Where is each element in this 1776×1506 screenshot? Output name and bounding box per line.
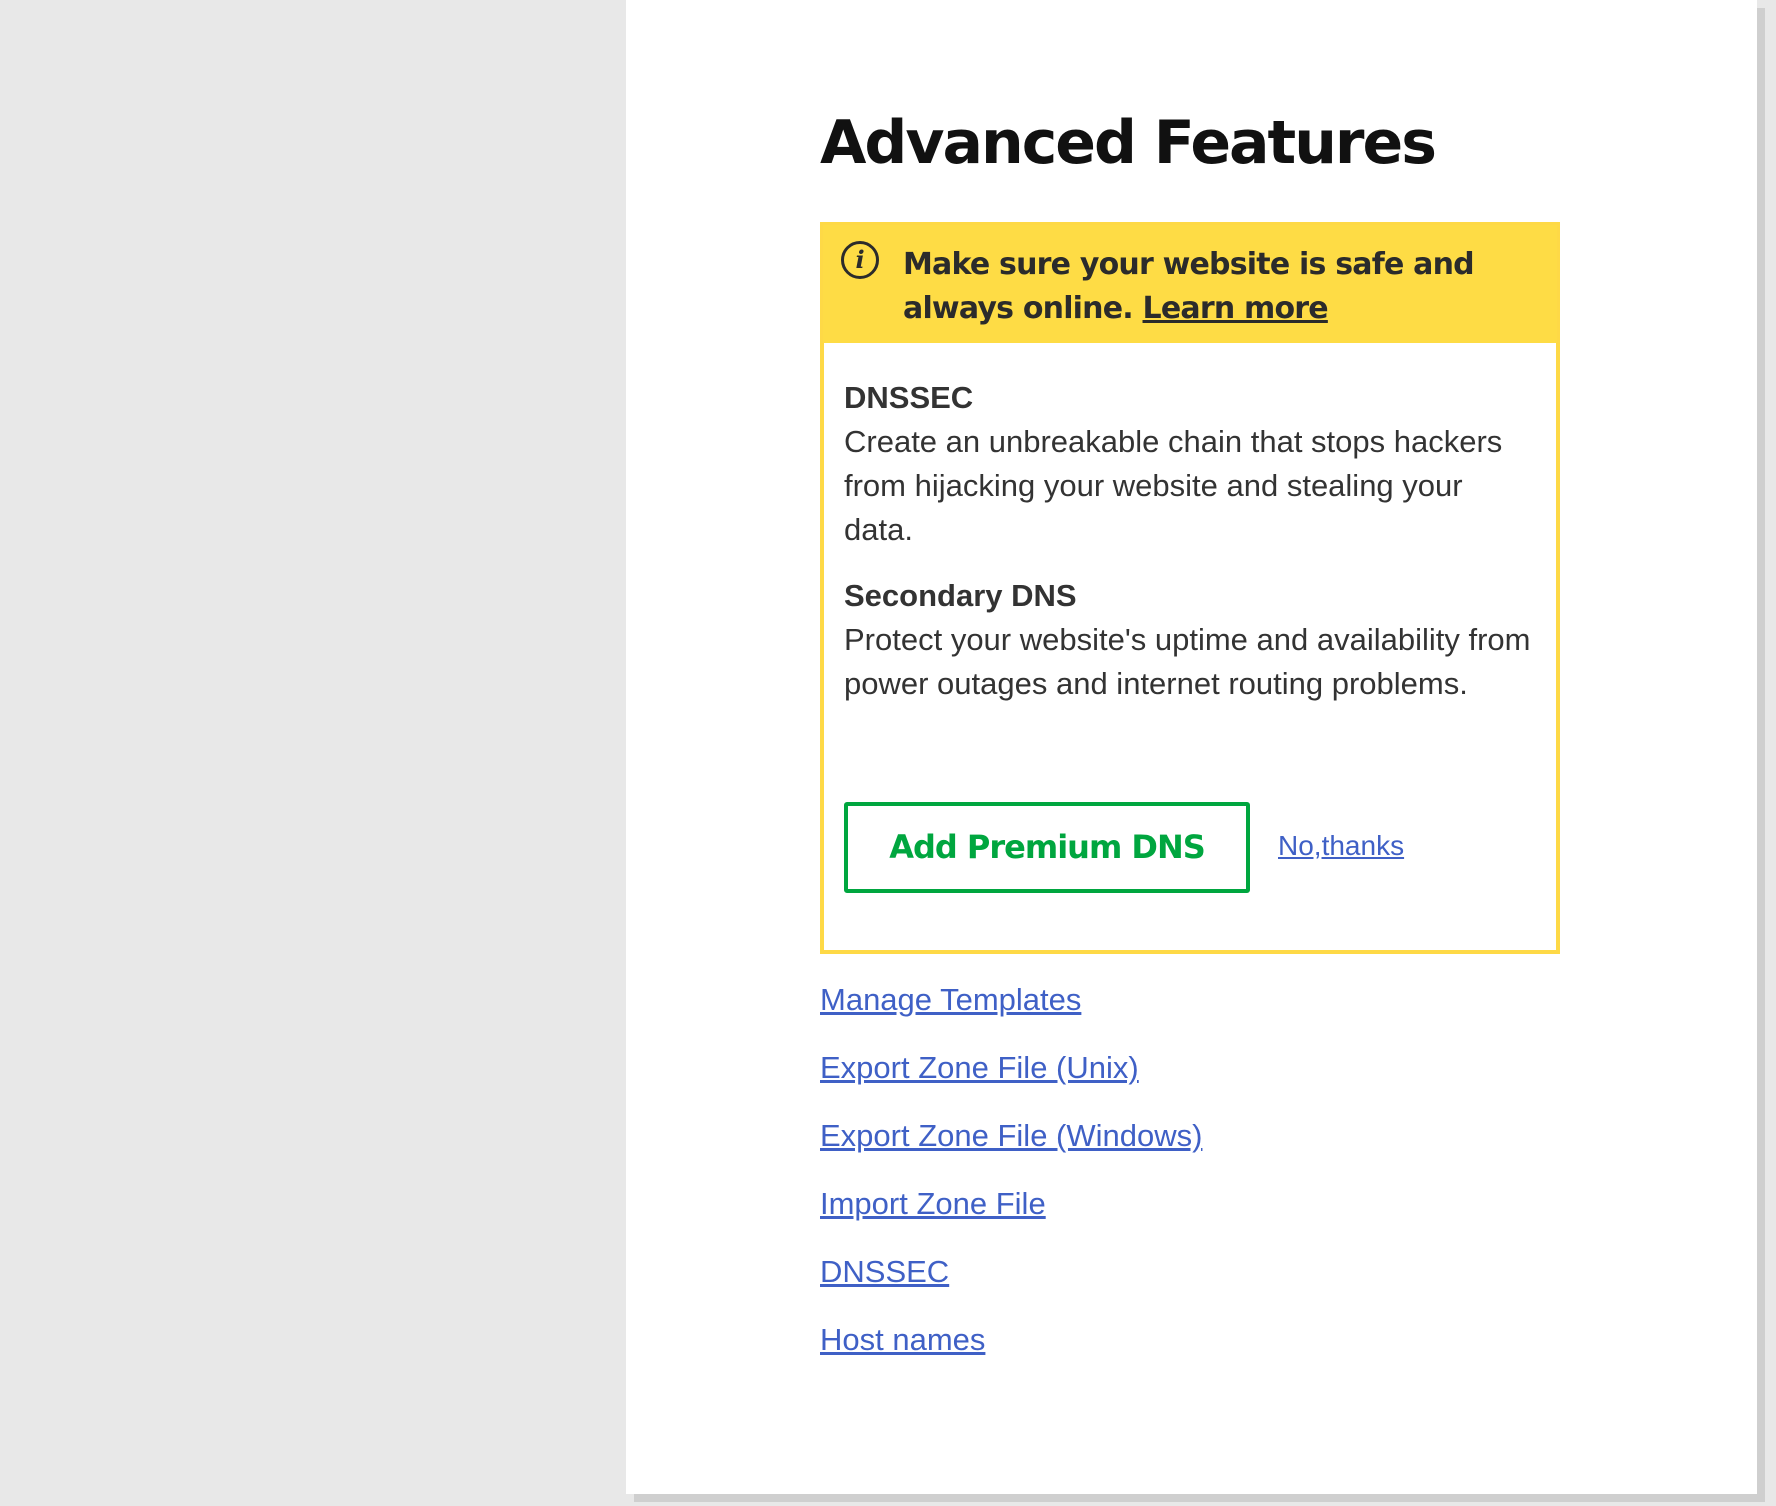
host-names-link[interactable]: Host names [820,1322,985,1357]
learn-more-link[interactable]: Learn more [1143,291,1329,326]
manage-templates-link[interactable]: Manage Templates [820,982,1081,1017]
promo-banner-text: Make sure your website is safe and alway… [903,243,1543,331]
list-item: Import Zone File [820,1182,1202,1250]
export-zone-file-windows-link[interactable]: Export Zone File (Windows) [820,1118,1202,1153]
no-thanks-link[interactable]: No,thanks [1278,830,1404,862]
list-item: DNSSEC [820,1250,1202,1318]
export-zone-file-unix-link[interactable]: Export Zone File (Unix) [820,1050,1139,1085]
feature-title: DNSSEC [844,380,974,415]
info-icon: i [841,241,879,279]
premium-dns-promo-card: i Make sure your website is safe and alw… [820,222,1560,954]
list-item: Host names [820,1318,1202,1386]
feature-secondary-dns: Secondary DNS Protect your website's upt… [844,574,1534,706]
page-title: Advanced Features [820,108,1437,178]
add-premium-dns-button[interactable]: Add Premium DNS [844,802,1250,893]
list-item: Manage Templates [820,978,1202,1046]
import-zone-file-link[interactable]: Import Zone File [820,1186,1046,1221]
feature-title: Secondary DNS [844,578,1077,613]
advanced-features-panel: Advanced Features i Make sure your websi… [626,0,1757,1494]
feature-description: Protect your website's uptime and availa… [844,622,1531,701]
list-item: Export Zone File (Windows) [820,1114,1202,1182]
feature-dnssec: DNSSEC Create an unbreakable chain that … [844,376,1534,552]
promo-banner: i Make sure your website is safe and alw… [823,225,1557,343]
feature-description: Create an unbreakable chain that stops h… [844,424,1503,547]
list-item: Export Zone File (Unix) [820,1046,1202,1114]
page-background: Advanced Features i Make sure your websi… [0,0,1776,1506]
promo-features: DNSSEC Create an unbreakable chain that … [844,376,1534,728]
advanced-links-list: Manage Templates Export Zone File (Unix)… [820,978,1202,1386]
dnssec-link[interactable]: DNSSEC [820,1254,949,1289]
